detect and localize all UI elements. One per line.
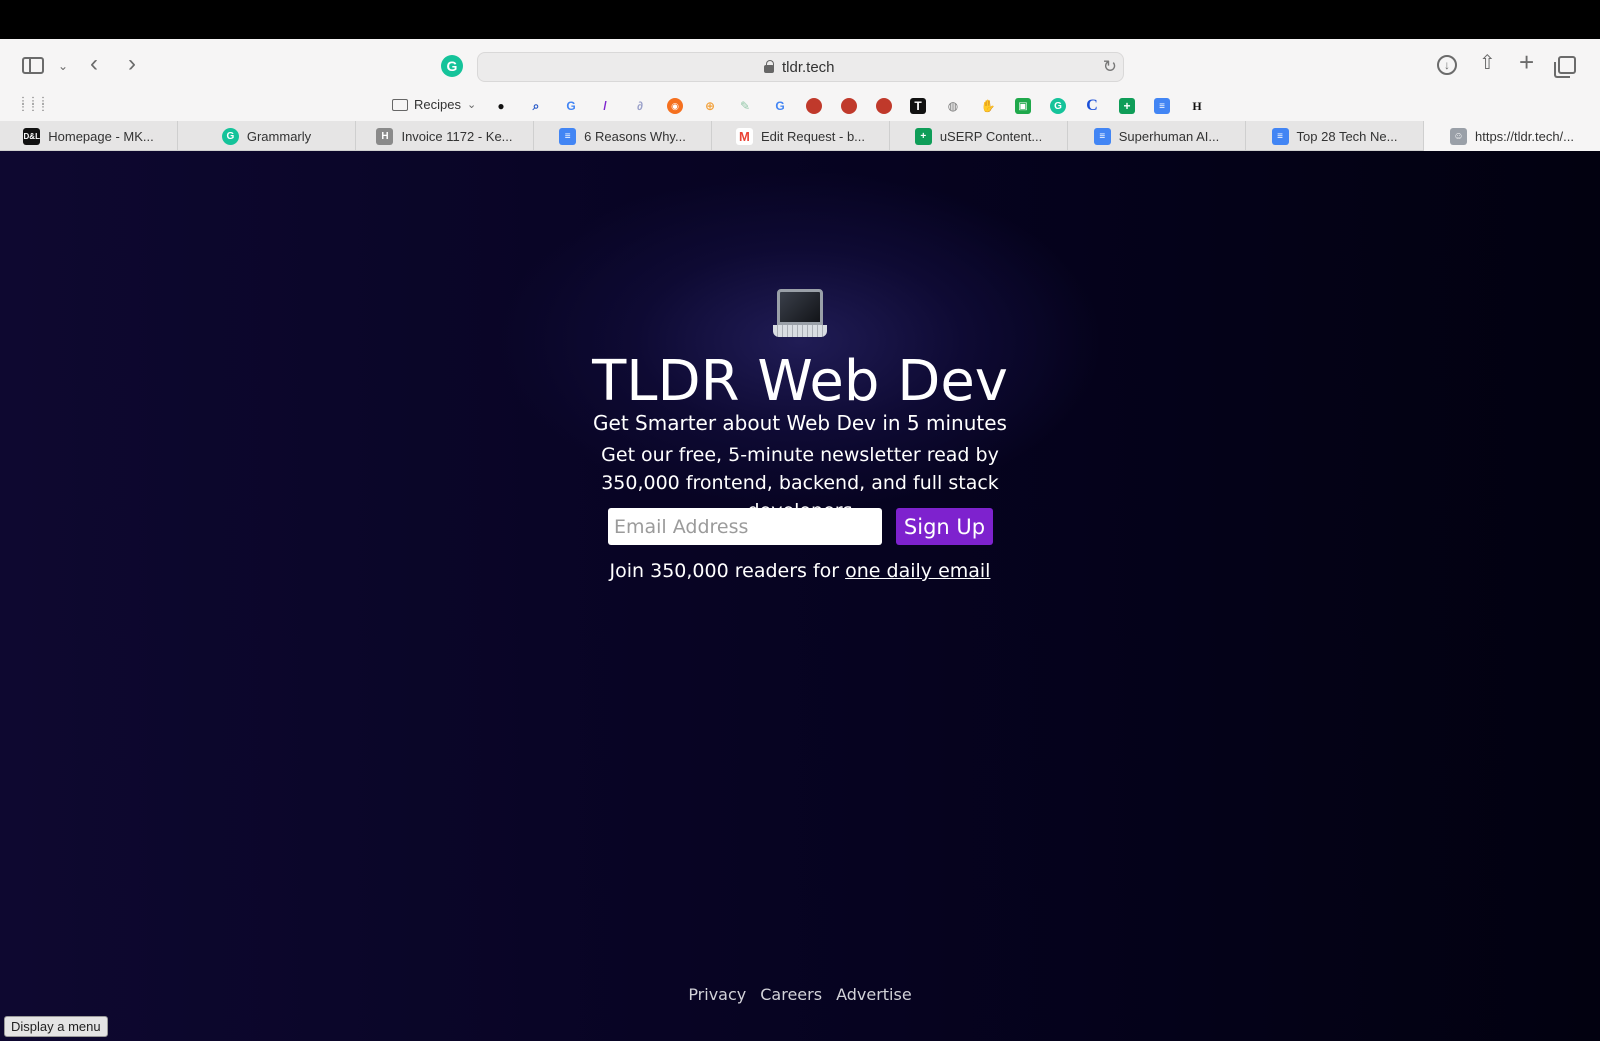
slash-icon[interactable]: /: [597, 98, 613, 114]
folder-icon: [392, 98, 408, 111]
folder-label: Recipes: [414, 97, 461, 112]
reload-icon[interactable]: ↻: [1103, 57, 1117, 77]
back-button[interactable]: ‹: [90, 52, 98, 76]
tab-5[interactable]: + uSERP Content...: [890, 121, 1068, 151]
h-icon[interactable]: H: [1189, 98, 1205, 114]
new-tab-icon[interactable]: +: [1519, 49, 1534, 75]
green-square-icon[interactable]: ▣: [1015, 98, 1031, 114]
orange-circle-icon[interactable]: ◉: [667, 98, 683, 114]
address-text: tldr.tech: [782, 59, 835, 76]
globe-lines-icon[interactable]: ⊕: [702, 98, 718, 114]
docs-icon: ≡: [559, 127, 577, 145]
signup-button[interactable]: Sign Up: [896, 508, 993, 545]
download-icon[interactable]: ↓: [1437, 55, 1457, 75]
forward-button[interactable]: ›: [128, 52, 136, 76]
dl-logo-icon: D&L: [23, 127, 41, 145]
address-bar[interactable]: tldr.tech ↻: [477, 52, 1124, 82]
tab-6[interactable]: ≡ Superhuman AI...: [1068, 121, 1246, 151]
footer-careers-link[interactable]: Careers: [760, 985, 822, 1004]
google-icon[interactable]: G: [563, 98, 579, 114]
script-icon[interactable]: ∂: [632, 98, 648, 114]
tab-8-active[interactable]: ☺ https://tldr.tech/...: [1424, 121, 1600, 151]
feather-icon[interactable]: ✎: [737, 98, 753, 114]
footer-advertise-link[interactable]: Advertise: [836, 985, 912, 1004]
sheets-icon: +: [914, 127, 932, 145]
top-black-bar: [0, 0, 1600, 39]
tab-label: https://tldr.tech/...: [1475, 128, 1574, 144]
chevron-down-icon[interactable]: ⌄: [58, 56, 68, 76]
tab-label: Superhuman AI...: [1118, 128, 1220, 144]
tab-2[interactable]: H Invoice 1172 - Ke...: [356, 121, 534, 151]
browser-toolbar: ⌄ ‹ › G tldr.tech ↻ ↓ ⇧ +: [0, 39, 1600, 93]
tab-1[interactable]: G Grammarly: [178, 121, 356, 151]
tab-label: Invoice 1172 - Ke...: [401, 128, 513, 144]
c-icon[interactable]: C: [1084, 97, 1100, 114]
tab-label: Edit Request - b...: [760, 128, 866, 144]
join-text: Join 350,000 readers for one daily email: [0, 560, 1600, 582]
burger-icon[interactable]: [806, 98, 822, 114]
grid-icon[interactable]: ⋮⋮⋮ ⋮⋮⋮: [18, 97, 48, 113]
tab-label: 6 Reasons Why...: [584, 128, 686, 144]
h-icon: H: [376, 127, 394, 145]
laptop-icon: [773, 289, 827, 341]
tab-label: Homepage - MK...: [48, 128, 154, 144]
tab-label: Top 28 Tech Ne...: [1296, 128, 1398, 144]
robot-icon: ☺: [1450, 127, 1467, 145]
apple-icon[interactable]: ●: [493, 98, 509, 114]
tab-overview-icon[interactable]: [1554, 56, 1576, 78]
tab-7[interactable]: ≡ Top 28 Tech Ne...: [1246, 121, 1424, 151]
grammarly-extension-icon[interactable]: G: [441, 55, 463, 77]
t-icon[interactable]: T: [910, 98, 926, 114]
google-icon[interactable]: G: [772, 98, 788, 114]
tab-3[interactable]: ≡ 6 Reasons Why...: [534, 121, 712, 151]
tab-bar: D&L Homepage - MK... G Grammarly H Invoi…: [0, 121, 1600, 151]
page-subtitle: Get Smarter about Web Dev in 5 minutes: [593, 411, 1007, 435]
docs-icon: ≡: [1271, 127, 1289, 145]
sidebar-toggle-icon[interactable]: [22, 57, 44, 74]
gmail-icon: M: [735, 127, 753, 145]
footer-privacy-link[interactable]: Privacy: [688, 985, 746, 1004]
globe-icon[interactable]: ◍: [945, 98, 961, 114]
page-title: TLDR Web Dev: [592, 349, 1008, 414]
favorites-bar: ⋮⋮⋮ ⋮⋮⋮ Recipes ⌄ ● ⌕ G / ∂ ◉ ⊕ ✎ G T ◍ ✋…: [0, 93, 1600, 121]
grammarly-icon[interactable]: G: [1050, 98, 1066, 114]
burger-icon[interactable]: [876, 98, 892, 114]
tab-label: uSERP Content...: [939, 128, 1043, 144]
docs-icon: ≡: [1093, 127, 1111, 145]
footer-links: Privacy Careers Advertise: [0, 985, 1600, 1004]
favorites-folder-recipes[interactable]: Recipes ⌄: [392, 97, 476, 112]
burger-icon[interactable]: [841, 98, 857, 114]
search-icon[interactable]: ⌕: [528, 98, 544, 114]
tab-4[interactable]: M Edit Request - b...: [712, 121, 890, 151]
share-icon[interactable]: ⇧: [1479, 53, 1496, 73]
page-content: TLDR Web Dev Get Smarter about Web Dev i…: [0, 151, 1600, 1041]
tooltip: Display a menu: [4, 1016, 108, 1037]
tab-label: Grammarly: [246, 128, 312, 144]
join-prefix: Join 350,000 readers for: [609, 560, 846, 582]
docs-icon[interactable]: ≡: [1154, 98, 1170, 114]
email-input[interactable]: [608, 508, 882, 545]
hand-icon[interactable]: ✋: [980, 98, 996, 114]
lock-icon: [764, 60, 774, 73]
grammarly-icon: G: [221, 127, 239, 145]
one-daily-email-link[interactable]: one daily email: [845, 560, 990, 582]
chevron-down-icon: ⌄: [466, 99, 477, 111]
tab-0[interactable]: D&L Homepage - MK...: [0, 121, 178, 151]
sheets-icon[interactable]: +: [1119, 98, 1135, 114]
